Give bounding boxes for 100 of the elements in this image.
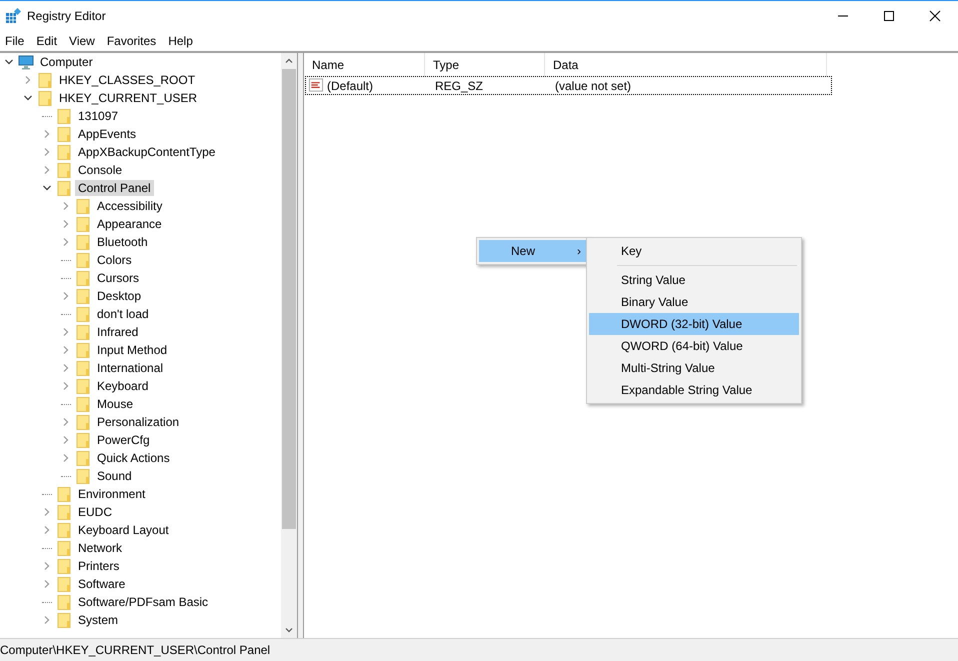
chevron-down-icon[interactable] [42, 183, 52, 193]
folder-icon [56, 612, 72, 628]
tree-item[interactable]: Accessibility [94, 198, 166, 214]
menu-item[interactable]: DWORD (32-bit) Value [589, 313, 799, 335]
menu-item[interactable]: Favorites [102, 34, 164, 48]
menu-item[interactable]: String Value [589, 269, 799, 291]
tree-item[interactable]: Control Panel [75, 180, 154, 196]
table-cell-text: REG_SZ [434, 78, 484, 92]
tree-item[interactable]: HKEY_CURRENT_USER [56, 90, 200, 106]
chevron-right-icon[interactable] [61, 219, 71, 229]
tree-item[interactable]: Software [75, 576, 128, 592]
menu-item[interactable]: Expandable String Value [589, 379, 799, 401]
column-header[interactable]: Name [304, 53, 425, 77]
column-header[interactable]: Type [425, 53, 545, 77]
chevron-right-icon[interactable] [61, 453, 71, 463]
column-header[interactable]: Data [545, 53, 827, 77]
folder-icon [75, 468, 91, 484]
folder-icon [75, 252, 91, 268]
menu-item[interactable]: Key [589, 240, 799, 262]
folder-icon [75, 288, 91, 304]
tree-item[interactable]: Keyboard [94, 378, 152, 394]
chevron-down-icon[interactable] [4, 57, 14, 67]
chevron-right-icon[interactable] [61, 327, 71, 337]
tree-item[interactable]: Appearance [94, 216, 165, 232]
tree-item[interactable]: Infrared [94, 324, 142, 340]
folder-icon [75, 360, 91, 376]
status-bar: Computer\HKEY_CURRENT_USER\Control Panel [0, 638, 958, 661]
chevron-right-icon[interactable] [61, 363, 71, 373]
menu-item[interactable]: Binary Value [589, 291, 799, 313]
chevron-right-icon[interactable] [42, 147, 52, 157]
chevron-right-icon[interactable] [42, 615, 52, 625]
tree-item[interactable]: Software/PDFsam Basic [75, 594, 212, 610]
menu-item[interactable]: QWORD (64-bit) Value [589, 335, 799, 357]
tree-item[interactable]: 131097 [75, 108, 122, 124]
registry-icon [5, 8, 21, 24]
tree-item[interactable]: Bluetooth [94, 234, 151, 250]
tree-item[interactable]: EUDC [75, 504, 116, 520]
menu-item[interactable]: New › [479, 240, 587, 262]
folder-icon [75, 378, 91, 394]
tree-item[interactable]: Personalization [94, 414, 182, 430]
chevron-right-icon[interactable] [42, 579, 52, 589]
tree-item[interactable]: HKEY_CLASSES_ROOT [56, 72, 198, 88]
chevron-right-icon[interactable] [61, 201, 71, 211]
tree-item[interactable]: International [94, 360, 166, 376]
folder-icon [56, 144, 72, 160]
scroll-down-icon[interactable] [284, 625, 294, 635]
menu-item[interactable]: Edit [31, 34, 64, 48]
tree-item[interactable]: Sound [94, 468, 135, 484]
tree-item[interactable]: Network [75, 540, 126, 556]
tree-item[interactable]: Mouse [94, 396, 136, 412]
tree-item[interactable]: System [75, 612, 122, 628]
chevron-down-icon[interactable] [23, 93, 33, 103]
chevron-right-icon[interactable] [42, 561, 52, 571]
folder-icon [37, 90, 53, 106]
menu-item[interactable]: Help [163, 34, 200, 48]
table-cell-text: (value not set) [554, 78, 632, 92]
tree-item[interactable]: Quick Actions [94, 450, 173, 466]
menu-item[interactable]: View [64, 34, 102, 48]
folder-icon [75, 216, 91, 232]
chevron-right-icon[interactable] [61, 237, 71, 247]
chevron-right-icon[interactable] [23, 75, 33, 85]
tree-item[interactable]: Desktop [94, 288, 144, 304]
tree-item[interactable]: Keyboard Layout [75, 522, 172, 538]
folder-icon [56, 576, 72, 592]
chevron-right-icon[interactable] [61, 291, 71, 301]
tree-item[interactable]: Console [75, 162, 126, 178]
chevron-right-icon[interactable] [42, 525, 52, 535]
folder-icon [56, 162, 72, 178]
folder-icon [75, 450, 91, 466]
chevron-right-icon[interactable] [42, 507, 52, 517]
maximize-icon [883, 10, 895, 22]
tree-item[interactable]: Computer [37, 54, 96, 70]
folder-icon [75, 270, 91, 286]
tree-item[interactable]: PowerCfg [94, 432, 153, 448]
folder-icon [37, 72, 53, 88]
value-row[interactable]: (Default) REG_SZ (value not set) [306, 77, 831, 94]
folder-icon [75, 306, 91, 322]
menu-item[interactable]: Multi-String Value [589, 357, 799, 379]
chevron-right-icon[interactable] [42, 129, 52, 139]
tree-item[interactable]: Printers [75, 558, 122, 574]
monitor-icon [18, 54, 34, 70]
chevron-right-icon[interactable] [61, 417, 71, 427]
folder-icon [56, 486, 72, 502]
scrollbar[interactable] [281, 53, 297, 638]
tree-item[interactable]: Environment [75, 486, 148, 502]
chevron-right-icon[interactable] [61, 435, 71, 445]
chevron-right-icon[interactable] [61, 381, 71, 391]
tree-item[interactable]: don't load [94, 306, 152, 322]
folder-icon [75, 432, 91, 448]
menu-item[interactable]: File [0, 34, 32, 48]
folder-icon [56, 540, 72, 556]
tree-item[interactable]: Cursors [94, 270, 142, 286]
folder-icon [75, 234, 91, 250]
folder-icon [56, 522, 72, 538]
chevron-right-icon[interactable] [42, 165, 52, 175]
tree-item[interactable]: AppXBackupContentType [75, 144, 218, 160]
tree-item[interactable]: AppEvents [75, 126, 140, 142]
tree-item[interactable]: Colors [94, 252, 135, 268]
tree-item[interactable]: Input Method [94, 342, 170, 358]
chevron-right-icon[interactable] [61, 345, 71, 355]
